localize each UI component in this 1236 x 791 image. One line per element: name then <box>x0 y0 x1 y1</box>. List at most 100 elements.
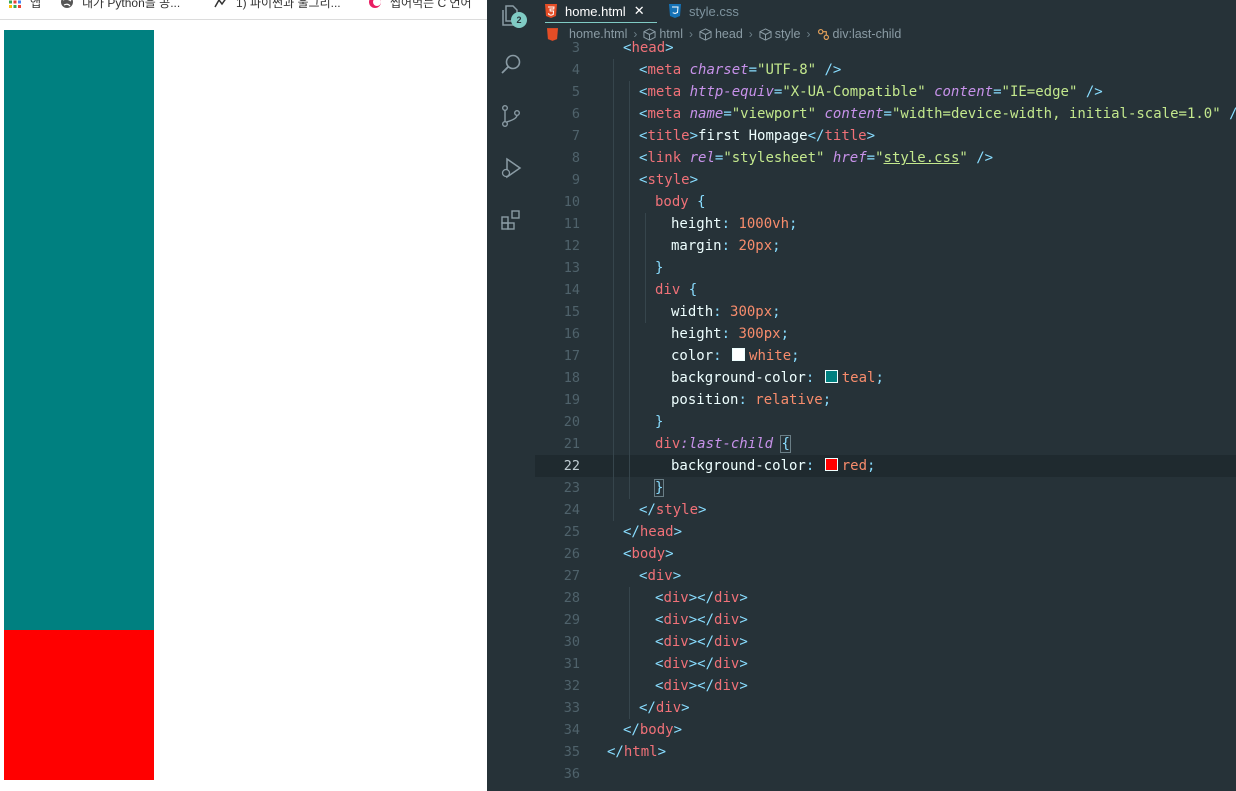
code-token: meta <box>647 62 682 78</box>
tab-style-css[interactable]: style.css <box>669 0 769 22</box>
code-line[interactable]: 34 </body> <box>535 719 1236 741</box>
code-token: background-color <box>671 458 806 474</box>
color-swatch[interactable] <box>824 458 838 471</box>
line-number: 19 <box>563 392 580 408</box>
code-token: meta <box>647 84 682 100</box>
source-control-icon[interactable] <box>499 104 523 128</box>
line-number: 18 <box>563 370 580 386</box>
code-line[interactable]: 13} <box>535 257 1236 279</box>
code-line[interactable]: 22 background-color: red; <box>535 455 1236 477</box>
code-text: <div></div> <box>655 609 748 631</box>
close-icon[interactable]: ✕ <box>634 3 645 19</box>
code-token: /> <box>824 62 842 78</box>
code-line[interactable]: 20} <box>535 411 1236 433</box>
tab-home-html[interactable]: home.html ✕ <box>545 0 657 23</box>
code-token: body <box>631 546 666 562</box>
code-line[interactable]: 19 position: relative; <box>535 389 1236 411</box>
line-number: 23 <box>563 480 580 496</box>
code-line[interactable]: 8 <link rel="stylesheet" href="style.css"… <box>535 147 1236 169</box>
run-debug-icon[interactable] <box>499 156 523 180</box>
color-swatch[interactable] <box>824 370 838 383</box>
code-line[interactable]: 30 <div></div> <box>535 631 1236 653</box>
code-line[interactable]: 25 </head> <box>535 521 1236 543</box>
code-line[interactable]: 33 </div> <box>535 697 1236 719</box>
code-token: head <box>639 524 674 540</box>
code-line[interactable]: 15 width: 300px; <box>535 301 1236 323</box>
bookmark-c-lang[interactable]: 씹어먹는 C 언어 <box>368 0 472 10</box>
code-token: } <box>653 479 665 497</box>
bookmark-label: 앱 <box>30 0 42 10</box>
code-line[interactable]: 21 div:last-child { <box>535 433 1236 455</box>
apps-grid-icon <box>8 0 22 9</box>
code-line[interactable]: 35 </html> <box>535 741 1236 763</box>
code-token: "viewport" <box>731 106 817 122</box>
color-swatch[interactable] <box>732 348 746 361</box>
code-text: <link rel="stylesheet" href="style.css" … <box>639 147 993 169</box>
code-line[interactable]: 27 <div> <box>535 565 1236 587</box>
code-line[interactable]: 26 <body> <box>535 543 1236 565</box>
code-line[interactable]: 11 height: 1000vh; <box>535 213 1236 235</box>
code-token: teal <box>841 370 876 386</box>
line-number: 25 <box>563 524 580 540</box>
code-line[interactable]: 31 <div></div> <box>535 653 1236 675</box>
code-line[interactable]: 24 </style> <box>535 499 1236 521</box>
code-line[interactable]: 4 <meta charset="UTF-8" /> <box>535 59 1236 81</box>
code-line[interactable]: 10 body { <box>535 191 1236 213</box>
search-icon[interactable] <box>499 52 523 76</box>
code-token: div <box>663 612 689 628</box>
code-token: : <box>721 326 739 342</box>
code-text: <div> <box>639 565 681 587</box>
code-line[interactable]: 16 height: 300px; <box>535 323 1236 345</box>
code-token: ; <box>772 304 781 320</box>
code-token: </ <box>623 524 640 540</box>
code-token: > <box>665 546 674 562</box>
code-token: div <box>663 656 689 672</box>
code-token: > <box>689 128 699 144</box>
code-line[interactable]: 14 div { <box>535 279 1236 301</box>
bookmark-python[interactable]: 내가 Python을 공... <box>60 0 180 10</box>
code-line[interactable]: 12 margin: 20px; <box>535 235 1236 257</box>
code-token: div <box>655 700 682 716</box>
code-line[interactable]: 3 <head> <box>535 37 1236 59</box>
code-line[interactable]: 28 <div></div> <box>535 587 1236 609</box>
code-token: ; <box>875 370 884 386</box>
code-area[interactable]: 3 <head> 4 <meta charset="UTF-8" /> 5 <meta h… <box>535 38 1236 791</box>
code-text: <div></div> <box>655 587 748 609</box>
code-token: meta <box>647 106 682 122</box>
code-token: : <box>721 216 739 232</box>
bookmark-label: 1) 파이썬과 울그리... <box>236 0 341 10</box>
code-token: height <box>671 326 722 342</box>
line-number: 3 <box>571 40 580 56</box>
code-line[interactable]: 9 <style> <box>535 169 1236 191</box>
code-token: > <box>739 590 748 606</box>
code-token: = <box>748 62 758 78</box>
site-favicon-icon <box>368 0 382 9</box>
code-token: width <box>671 304 714 320</box>
bookmark-python-algo[interactable]: 1) 파이썬과 울그리... <box>214 0 341 10</box>
bookmark-apps[interactable]: 앱 <box>8 0 41 10</box>
code-line[interactable]: 36 <box>535 763 1236 785</box>
code-token: > <box>739 634 748 650</box>
line-number: 21 <box>563 436 580 452</box>
indent-guide <box>629 81 630 499</box>
code-token: > <box>673 524 683 540</box>
code-text: <div></div> <box>655 653 748 675</box>
code-token: </ <box>607 744 624 760</box>
code-text: <meta name="viewport" content="width=dev… <box>639 103 1236 125</box>
code-line[interactable]: 6 <meta name="viewport" content="width=de… <box>535 103 1236 125</box>
code-line[interactable]: 5 <meta http-equiv="X-UA-Compatible" cont… <box>535 81 1236 103</box>
code-token: ; <box>789 216 798 232</box>
code-line[interactable]: 7 <title>first Hompage</title> <box>535 125 1236 147</box>
code-line[interactable]: 17 color: white; <box>535 345 1236 367</box>
code-line[interactable]: 23} <box>535 477 1236 499</box>
code-line[interactable]: 18 background-color: teal; <box>535 367 1236 389</box>
code-line[interactable]: 29 <div></div> <box>535 609 1236 631</box>
code-token: ></ <box>688 612 715 628</box>
extensions-icon[interactable] <box>499 208 523 232</box>
code-line[interactable]: 32 <div></div> <box>535 675 1236 697</box>
code-token: first Hompage <box>698 128 808 144</box>
line-number: 13 <box>563 260 580 276</box>
